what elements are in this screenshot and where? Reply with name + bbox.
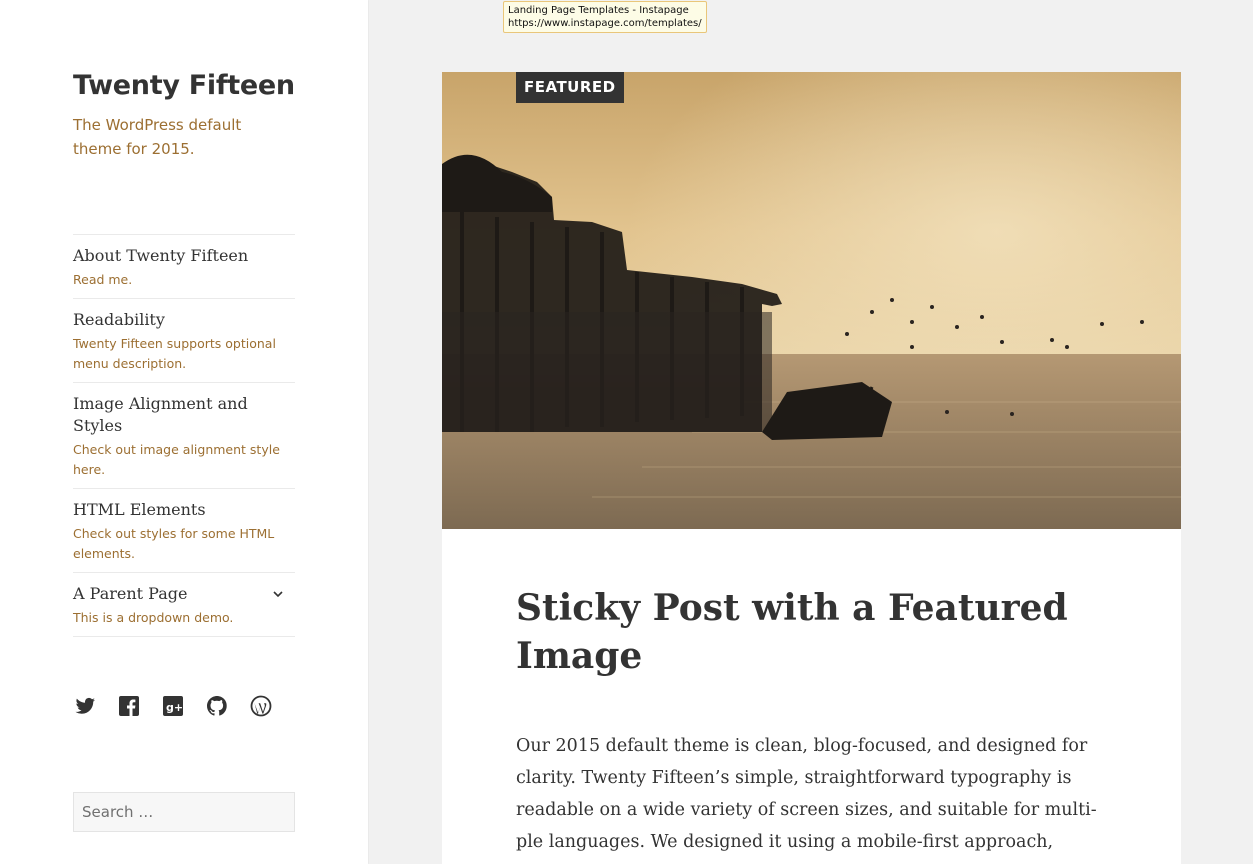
site-description: The WordPress default theme for 2015. — [73, 116, 242, 158]
chevron-down-icon[interactable] — [271, 587, 285, 601]
wordpress-icon[interactable] — [249, 694, 273, 718]
menu-item-description: This is a dropdown demo. — [73, 610, 234, 625]
menu-item-html-elements[interactable]: HTML Elements Check out styles for some … — [73, 489, 295, 573]
menu-item-label[interactable]: Image Alignment and Styles — [73, 393, 295, 437]
menu-item-label[interactable]: HTML Elements — [73, 499, 295, 521]
site-title[interactable]: Twenty Fifteen — [73, 70, 295, 101]
post-title[interactable]: Sticky Post with a Featured Image — [516, 584, 1076, 680]
sidebar: Twenty Fifteen The WordPress default the… — [0, 0, 368, 864]
menu-item-image-alignment[interactable]: Image Alignment and Styles Check out ima… — [73, 383, 295, 489]
svg-text:g+: g+ — [166, 701, 183, 714]
link-tooltip: Landing Page Templates - Instapage https… — [503, 1, 707, 33]
menu-item-description: Check out styles for some HTML elements. — [73, 526, 275, 561]
github-icon[interactable] — [205, 694, 229, 718]
featured-badge: FEATURED — [516, 72, 624, 103]
sticky-post: FEATURED Sticky Post with a Featured Ima… — [442, 72, 1181, 864]
menu-item-readability[interactable]: Readability Twenty Fifteen supports opti… — [73, 299, 295, 383]
menu-item-about[interactable]: About Twenty Fifteen Read me. — [73, 235, 295, 299]
google-plus-icon[interactable]: g+ — [161, 694, 185, 718]
menu-item-description: Check out image alignment style here. — [73, 442, 280, 477]
social-links: g+ — [73, 694, 273, 718]
featured-image[interactable] — [442, 72, 1181, 529]
menu-item-description: Twenty Fifteen supports optional menu de… — [73, 336, 276, 371]
main-menu: About Twenty Fifteen Read me. Readabilit… — [73, 234, 295, 637]
menu-item-label[interactable]: A Parent Page — [73, 583, 295, 605]
tooltip-url: https://www.instapage.com/templates/ — [508, 18, 702, 29]
post-content: Our 2015 default theme is clean, blog-fo… — [516, 736, 1097, 852]
tooltip-title: Landing Page Templates - Instapage — [508, 5, 689, 16]
menu-item-description: Read me. — [73, 272, 133, 287]
menu-item-label[interactable]: Readability — [73, 309, 295, 331]
twitter-icon[interactable] — [73, 694, 97, 718]
menu-item-label[interactable]: About Twenty Fifteen — [73, 245, 295, 267]
search-input[interactable] — [73, 792, 295, 832]
facebook-icon[interactable] — [117, 694, 141, 718]
menu-item-parent-page[interactable]: A Parent Page This is a dropdown demo. — [73, 573, 295, 637]
